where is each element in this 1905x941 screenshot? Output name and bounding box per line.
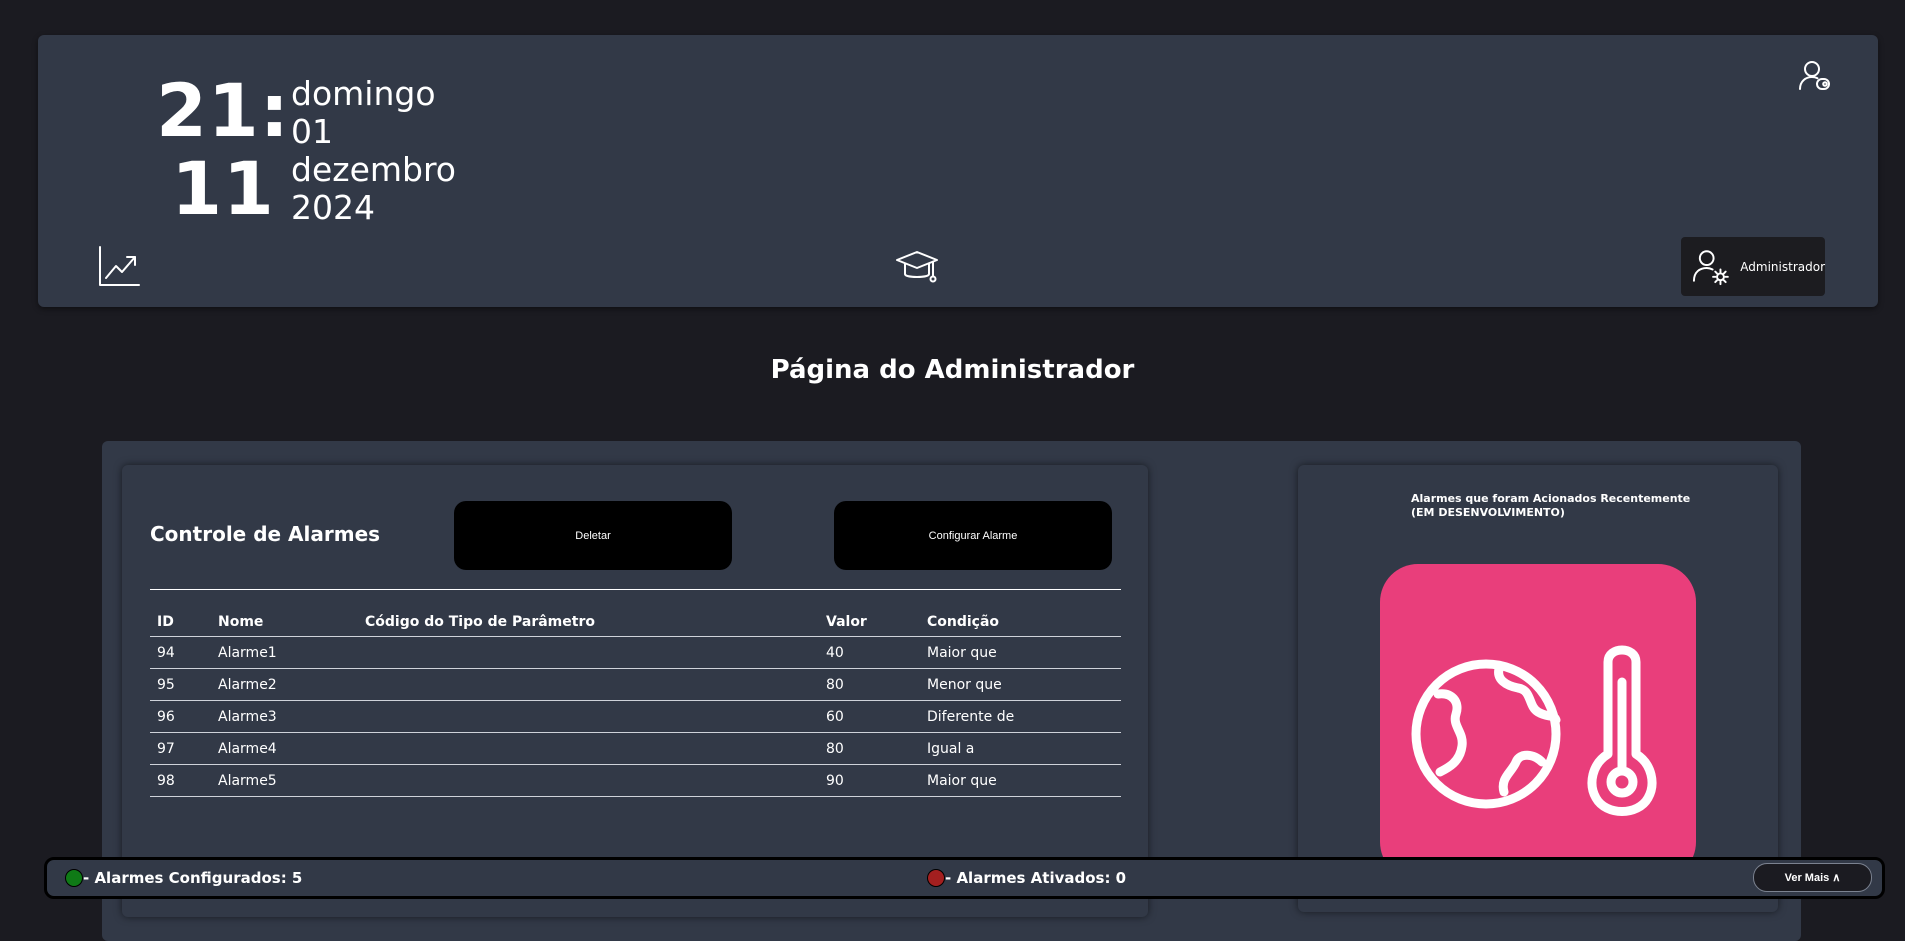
cell-id: 96 [150,700,211,733]
logout-button[interactable] [1796,57,1834,95]
configured-alarms-status: - Alarmes Configurados: 5 [65,869,302,887]
administrator-label: Administrador [1740,259,1825,274]
column-header-name: Nome [211,589,358,637]
recent-alarms-title: Alarmes que foram Acionados Recentemente… [1411,492,1690,520]
administrator-button[interactable]: Administrador [1681,237,1825,296]
user-logout-icon [1799,61,1830,90]
red-status-dot [927,869,945,887]
cell-parameter-code [358,700,819,733]
cell-id: 97 [150,732,211,765]
trending-chart-icon [99,246,140,286]
configure-alarm-button[interactable]: Configurar Alarme [834,501,1112,570]
user-settings-icon [1692,249,1729,285]
alarms-table: ID Nome Código do Tipo de Parâmetro Valo… [150,589,1121,797]
education-button[interactable] [894,245,940,291]
cell-value: 90 [819,764,920,797]
table-row[interactable]: 97 Alarme4 80 Igual a [150,732,1121,765]
page-title: Página do Administrador [770,355,1135,385]
cell-name: Alarme1 [211,636,358,669]
table-row[interactable]: 94 Alarme1 40 Maior que [150,636,1121,669]
cell-parameter-code [358,636,819,669]
table-row[interactable]: 95 Alarme2 80 Menor que [150,668,1121,701]
status-bar: - Alarmes Configurados: 5 - Alarmes Ativ… [44,857,1885,899]
column-header-id: ID [150,589,211,637]
column-header-parameter-code: Código do Tipo de Parâmetro [358,589,819,637]
see-more-button[interactable]: Ver Mais ∧ [1753,863,1872,892]
cell-condition: Igual a [920,732,1121,765]
globe-thermometer-icon [1411,645,1657,816]
cell-value: 80 [819,668,920,701]
table-row[interactable]: 98 Alarme5 90 Maior que [150,764,1121,797]
recent-alarms-title-line1: Alarmes que foram Acionados Recentemente [1411,492,1691,505]
cell-condition: Maior que [920,764,1121,797]
cell-name: Alarme5 [211,764,358,797]
recent-alarms-illustration [1380,564,1696,880]
delete-button[interactable]: Deletar [454,501,732,570]
date-day: 01 [291,112,333,151]
clock-minutes: 11 [171,147,275,232]
cell-id: 95 [150,668,211,701]
clock-hours: 21: [156,69,290,154]
activated-alarms-status: - Alarmes Ativados: 0 [927,869,1126,887]
date-weekday: domingo [291,74,436,113]
cell-value: 60 [819,700,920,733]
alarm-control-title: Controle de Alarmes [150,522,381,546]
alarm-control-card: Controle de Alarmes Deletar Configurar A… [122,465,1148,917]
cell-name: Alarme4 [211,732,358,765]
configured-alarms-label: - Alarmes Configurados: 5 [83,869,303,887]
table-row[interactable]: 96 Alarme3 60 Diferente de [150,700,1121,733]
header: 21: 11 domingo 01 dezembro 2024 Administ… [38,35,1878,307]
cell-parameter-code [358,668,819,701]
column-header-value: Valor [819,589,920,637]
cell-parameter-code [358,732,819,765]
date-display: domingo 01 dezembro 2024 [291,75,456,227]
cell-condition: Diferente de [920,700,1121,733]
recent-alarms-card: Alarmes que foram Acionados Recentemente… [1298,465,1778,912]
cell-parameter-code [358,764,819,797]
graduation-cap-icon [896,251,938,283]
cell-value: 40 [819,636,920,669]
date-month: dezembro [291,150,456,189]
cell-condition: Maior que [920,636,1121,669]
column-header-condition: Condição [920,589,1121,637]
cell-id: 94 [150,636,211,669]
charts-button[interactable] [96,244,142,290]
cell-condition: Menor que [920,668,1121,701]
green-status-dot [65,869,83,887]
cell-value: 80 [819,732,920,765]
recent-alarms-title-line2: (EM DESENVOLVIMENTO) [1411,506,1565,519]
table-header-row: ID Nome Código do Tipo de Parâmetro Valo… [150,589,1121,637]
clock: 21: 11 [138,73,308,229]
cell-name: Alarme2 [211,668,358,701]
cell-id: 98 [150,764,211,797]
activated-alarms-label: - Alarmes Ativados: 0 [945,869,1127,887]
cell-name: Alarme3 [211,700,358,733]
date-year: 2024 [291,188,375,227]
